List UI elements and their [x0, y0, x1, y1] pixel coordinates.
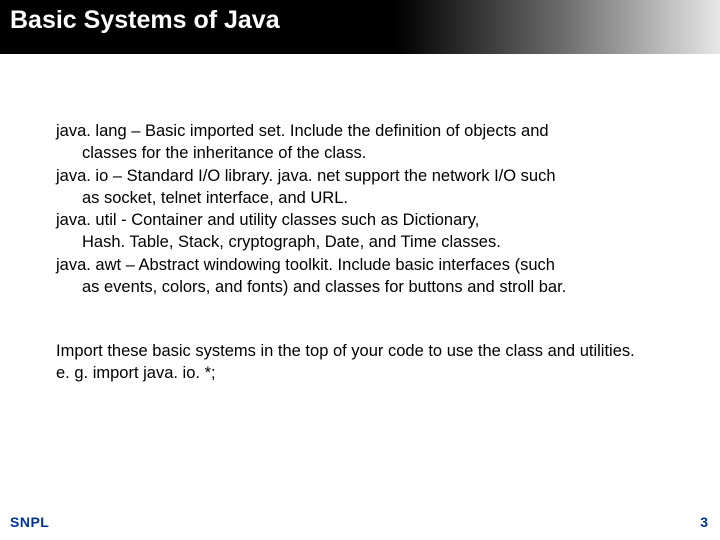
bullet-text-continuation: as events, colors, and fonts) and classe… — [56, 276, 670, 298]
bullet-text: java. lang – Basic imported set. Include… — [56, 120, 670, 142]
bullet-text: java. util - Container and utility class… — [56, 209, 670, 231]
bullet-text-continuation: as socket, telnet interface, and URL. — [56, 187, 670, 209]
bullet-java-util: java. util - Container and utility class… — [56, 209, 670, 254]
summary-line-2: e. g. import java. io. *; — [56, 362, 670, 384]
summary-line-1: Import these basic systems in the top of… — [56, 340, 670, 362]
bullet-text-continuation: classes for the inheritance of the class… — [56, 142, 670, 164]
footer-brand: SNPL — [10, 514, 49, 530]
bullet-java-io: java. io – Standard I/O library. java. n… — [56, 165, 670, 210]
bullet-text: java. awt – Abstract windowing toolkit. … — [56, 254, 670, 276]
bullet-java-lang: java. lang – Basic imported set. Include… — [56, 120, 670, 165]
bullet-text-continuation: Hash. Table, Stack, cryptograph, Date, a… — [56, 231, 670, 253]
bullet-java-awt: java. awt – Abstract windowing toolkit. … — [56, 254, 670, 299]
summary-paragraph: Import these basic systems in the top of… — [56, 340, 670, 385]
slide-title: Basic Systems of Java — [10, 6, 710, 35]
slide-body: java. lang – Basic imported set. Include… — [56, 120, 670, 385]
bullet-text: java. io – Standard I/O library. java. n… — [56, 165, 670, 187]
slide-number: 3 — [700, 514, 708, 530]
title-bar: Basic Systems of Java — [0, 0, 720, 54]
